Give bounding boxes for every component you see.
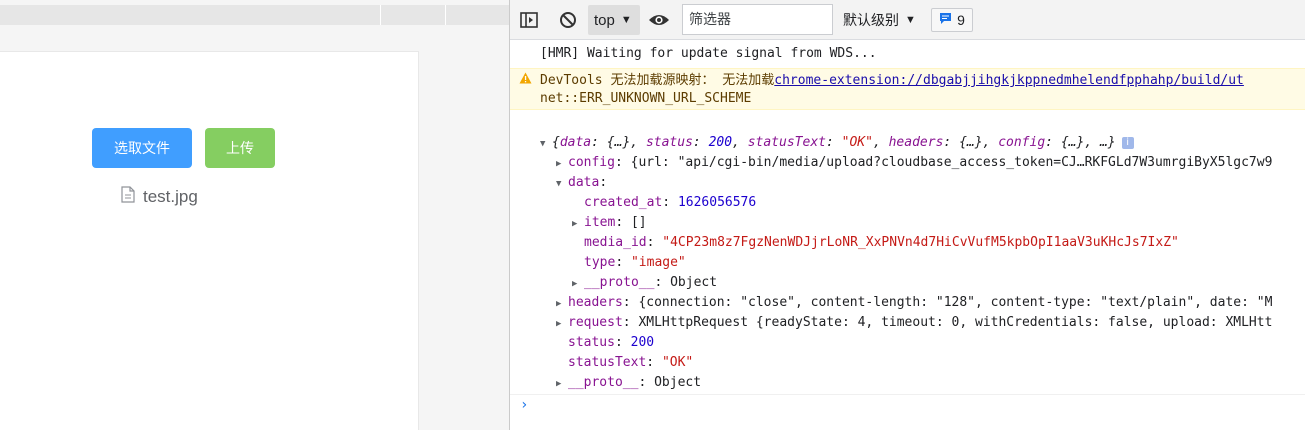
key: __proto__ <box>568 375 639 390</box>
value: {…} <box>606 135 631 150</box>
hmr-message: [HMR] Waiting for update signal from WDS… <box>540 46 877 61</box>
browser-tab-strip <box>0 5 509 25</box>
info-icon[interactable]: i <box>1121 136 1134 149</box>
collapsed-triangle-icon[interactable]: ▶ <box>556 295 568 313</box>
value: [] <box>630 215 647 230</box>
filter-input[interactable] <box>682 4 833 35</box>
key: data <box>568 175 600 190</box>
expanded-triangle-icon[interactable]: ▼ <box>540 135 552 153</box>
value: {url: "api/cgi-bin/media/upload?cloudbas… <box>630 155 1273 170</box>
tree-row-status-text: statusText: "OK" <box>568 355 694 370</box>
file-name: test.jpg <box>143 187 198 206</box>
tree-row-headers[interactable]: ▶ headers: {connection: "close", content-… <box>556 294 1272 312</box>
upload-button[interactable]: 上传 <box>205 128 275 168</box>
file-list-item[interactable]: test.jpg <box>121 186 198 208</box>
key: data <box>559 135 592 150</box>
key: media_id <box>584 235 647 250</box>
sidebar-toggle-icon[interactable] <box>519 10 539 30</box>
caret-down-icon: ▼ <box>620 14 632 26</box>
tree-row-item[interactable]: ▶ item: [] <box>572 214 647 232</box>
value: XMLHttpRequest {readyState: 4, timeout: … <box>638 315 1273 330</box>
value: "image" <box>630 255 686 270</box>
expanded-triangle-icon[interactable]: ▼ <box>556 175 568 193</box>
key: config <box>568 155 615 170</box>
tree-row-created-at: created_at: 1626056576 <box>584 195 757 210</box>
warning-icon <box>519 72 532 88</box>
value: Object <box>654 375 702 390</box>
chevron-right-icon: › <box>520 397 529 413</box>
value: "4CP23m8z7FgzNenWDJjrLoNR_XxPNVn4d7HiCvV… <box>662 235 1179 250</box>
collapsed-triangle-icon[interactable]: ▶ <box>556 155 568 173</box>
tree-row-status: status: 200 <box>568 335 655 350</box>
collapsed-triangle-icon[interactable]: ▶ <box>556 375 568 393</box>
value: 200 <box>708 135 733 150</box>
tree-row-type: type: "image" <box>584 255 686 270</box>
warning-text: DevTools 无法加载源映射： 无法加载 <box>540 73 775 88</box>
value: 200 <box>630 335 655 350</box>
collapsed-triangle-icon[interactable]: ▶ <box>556 315 568 333</box>
tree-row-proto[interactable]: ▶ __proto__: Object <box>572 274 717 292</box>
message-count: 9 <box>957 12 965 28</box>
key: request <box>568 315 623 330</box>
log-level-label: 默认级别 <box>843 12 899 28</box>
tree-row-request[interactable]: ▶ request: XMLHttpRequest {readyState: 4,… <box>556 314 1272 332</box>
key: __proto__ <box>584 275 655 290</box>
eye-icon[interactable] <box>648 10 670 30</box>
console-toolbar: top ▼ 默认级别 ▼ 9 <box>510 0 1305 40</box>
warning-line: DevTools 无法加载源映射： 无法加载chrome-extension:/… <box>540 72 1244 90</box>
console-message: [HMR] Waiting for update signal from WDS… <box>510 40 1305 69</box>
devtools-panel: top ▼ 默认级别 ▼ 9 <box>509 0 1305 430</box>
tree-row-config[interactable]: ▶ config: {url: "api/cgi-bin/media/upload… <box>556 154 1272 172</box>
upload-card: 选取文件 上传 test.jpg <box>0 51 419 430</box>
value: "OK" <box>841 135 873 150</box>
key: status <box>645 135 693 150</box>
tab-separator <box>445 5 446 25</box>
console-warning: DevTools 无法加载源映射： 无法加载chrome-extension:/… <box>510 68 1305 110</box>
key: type <box>584 255 616 270</box>
collapsed-triangle-icon[interactable]: ▶ <box>572 275 584 293</box>
caret-down-icon: ▼ <box>905 14 916 26</box>
key: headers <box>568 295 623 310</box>
collapsed-triangle-icon[interactable]: ▶ <box>572 215 584 233</box>
key: config <box>998 135 1046 150</box>
value: {…} <box>1060 135 1085 150</box>
key: headers <box>888 135 944 150</box>
brace: { <box>552 135 560 150</box>
console-output: [HMR] Waiting for update signal from WDS… <box>510 40 1305 430</box>
log-level-selector[interactable]: 默认级别 ▼ <box>843 8 916 32</box>
warning-error: net::ERR_UNKNOWN_URL_SCHEME <box>540 91 752 106</box>
tree-row-data[interactable]: ▼ data: <box>556 174 607 192</box>
key: status <box>568 335 615 350</box>
key: statusText <box>747 135 826 150</box>
value: "OK" <box>661 355 694 370</box>
value: {…} <box>959 135 983 150</box>
select-file-button[interactable]: 选取文件 <box>92 128 192 168</box>
tree-row-proto[interactable]: ▶ __proto__: Object <box>556 374 701 392</box>
key: created_at <box>584 195 663 210</box>
context-label: top <box>594 11 615 29</box>
value: 1626056576 <box>677 195 757 210</box>
document-icon <box>121 186 135 208</box>
console-prompt[interactable]: › <box>510 394 1305 417</box>
value: Object <box>670 275 718 290</box>
value: {connection: "close", content-length: "1… <box>638 295 1273 310</box>
context-selector[interactable]: top ▼ <box>588 5 640 35</box>
tab-separator <box>380 5 381 25</box>
page-viewport: 选取文件 上传 test.jpg <box>0 0 509 430</box>
object-summary-row[interactable]: ▼ {data: {…}, status: 200, statusText: "O… <box>540 134 1134 152</box>
source-map-link[interactable]: chrome-extension://dbgabjjihgkjkppnedmhe… <box>774 73 1244 88</box>
message-count-button[interactable]: 9 <box>931 8 973 32</box>
key: statusText <box>568 355 647 370</box>
message-icon <box>939 12 952 28</box>
block-icon[interactable] <box>558 10 578 30</box>
key: item <box>584 215 616 230</box>
tree-row-media-id: media_id: "4CP23m8z7FgzNenWDJjrLoNR_XxPN… <box>584 235 1179 250</box>
brace: …} <box>1099 135 1116 150</box>
